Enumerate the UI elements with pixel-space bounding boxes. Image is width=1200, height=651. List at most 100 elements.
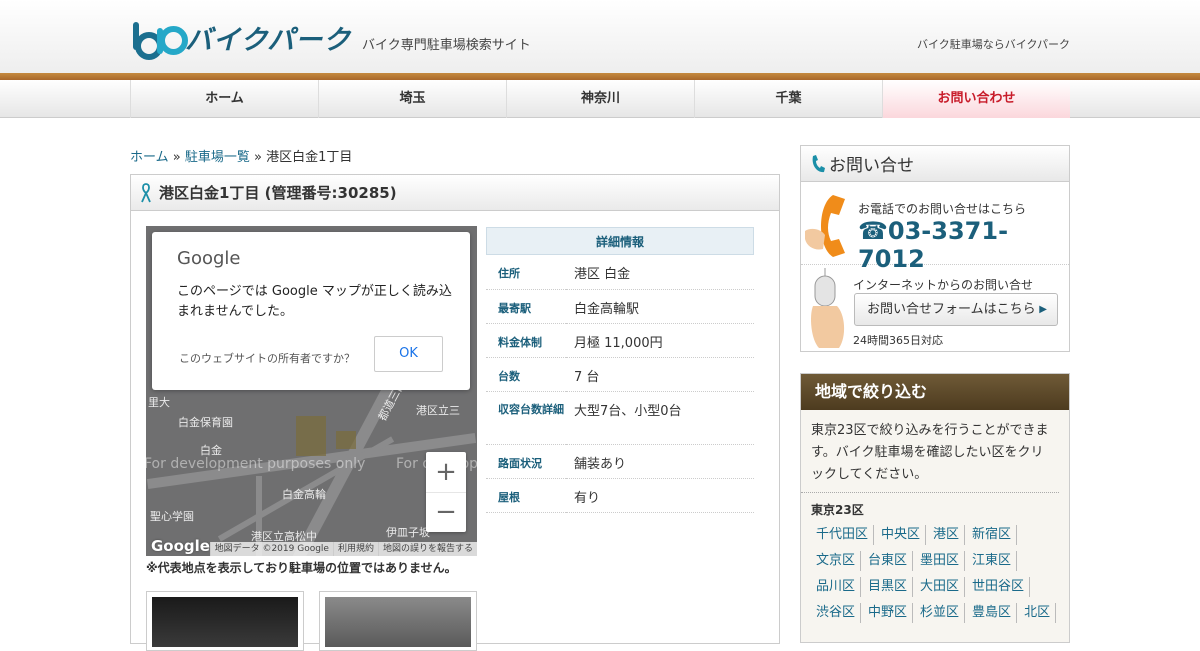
contact-form-button[interactable]: お問い合せフォームはこちら ▶	[854, 293, 1058, 326]
map-footer: 地図データ ©2019 Google 利用規約 地図の誤りを報告する	[146, 542, 477, 556]
map-label: 白金保育園	[178, 416, 233, 429]
ward-link[interactable]: 千代田区	[813, 525, 875, 545]
breadcrumb-separator: »	[172, 150, 181, 165]
breadcrumb: ホーム » 駐車場一覧 » 港区白金1丁目	[130, 146, 352, 165]
details-row: 路面状況 舗装あり	[486, 444, 754, 479]
map-terms-link[interactable]: 利用規約	[332, 542, 378, 556]
ward-link[interactable]: 台東区	[865, 551, 914, 571]
page-title: 港区白金1丁目 (管理番号:30285)	[159, 184, 397, 202]
ward-link[interactable]: 豊島区	[969, 603, 1018, 623]
details-value: 白金高輪駅	[566, 289, 754, 324]
map-building	[336, 431, 356, 449]
region-filter-description: 東京23区で絞り込みを行うことができます。バイク駐車場を確認したい区をクリックし…	[801, 410, 1059, 493]
google-map[interactable]: 里大 白金保育園 港区立三 白金 都道三田線 白金高輪 聖心学園 港区立高松中 …	[146, 226, 477, 556]
nav-item-kanagawa[interactable]: 神奈川	[506, 80, 694, 118]
internet-contact: インターネットからのお問い合せ お問い合せフォームはこちら ▶ 24時間365日…	[801, 266, 1069, 352]
region-filter-title: 地域で絞り込む	[801, 374, 1069, 410]
site-logo[interactable]: バイクパーク	[133, 20, 352, 60]
parking-photo	[152, 597, 298, 647]
details-heading: 詳細情報	[486, 227, 754, 255]
ward-link[interactable]: 墨田区	[917, 551, 966, 571]
arrow-right-icon: ▶	[1039, 304, 1047, 315]
map-dialog-owner-link[interactable]: このウェブサイトの所有者ですか？	[179, 350, 355, 366]
details-key: 台数	[486, 357, 566, 392]
nav-item-saitama[interactable]: 埼玉	[318, 80, 506, 118]
breadcrumb-current: 港区白金1丁目	[266, 150, 353, 165]
ward-link[interactable]: 中央区	[878, 525, 927, 545]
details-key: 屋根	[486, 478, 566, 513]
logo-text: バイクパーク	[185, 24, 352, 56]
nav-item-chiba[interactable]: 千葉	[694, 80, 882, 118]
parking-photo-thumb[interactable]	[319, 591, 477, 651]
ward-link[interactable]: 文京区	[813, 551, 862, 571]
site-tagline: バイク専門駐車場検索サイト	[362, 38, 531, 53]
nav-item-home[interactable]: ホーム	[130, 80, 318, 118]
nav-item-contact[interactable]: お問い合わせ	[882, 80, 1070, 118]
map-dialog-message: このページでは Google マップが正しく読み込まれませんでした。	[177, 284, 452, 319]
ward-link[interactable]: 大田区	[917, 577, 966, 597]
ward-link[interactable]: 江東区	[969, 551, 1018, 571]
details-row: 収容台数詳細 大型7台、小型0台	[486, 391, 754, 445]
region-filter-box: 地域で絞り込む 東京23区で絞り込みを行うことができます。バイク駐車場を確認した…	[800, 373, 1070, 643]
map-error-dialog: Google このページでは Google マップが正しく読み込まれませんでした…	[152, 232, 470, 390]
phone-label: お電話でのお問い合せはこちら	[858, 202, 1027, 216]
global-nav: ホーム 埼玉 神奈川 千葉 お問い合わせ	[0, 80, 1200, 118]
map-dialog-ok-button[interactable]: OK	[374, 336, 443, 372]
ward-list: 千代田区 中央区 港区 新宿区 文京区 台東区 墨田区 江東区 品川区 目黒区 …	[801, 520, 1069, 626]
details-key: 住所	[486, 255, 566, 290]
phone-receiver-icon	[805, 195, 845, 257]
map-label: 白金高輪	[282, 488, 326, 501]
map-data-credit: 地図データ ©2019 Google	[209, 542, 333, 556]
net-contact-label: インターネットからのお問い合せ	[853, 278, 1034, 292]
details-key: 路面状況	[486, 444, 566, 479]
title-bar: 港区白金1丁目 (管理番号:30285)	[131, 175, 779, 211]
details-value: 月極 11,000円	[566, 323, 754, 358]
parking-photo	[325, 597, 471, 647]
map-pin-icon	[141, 182, 151, 202]
ward-link[interactable]: 品川区	[813, 577, 862, 597]
map-report-link[interactable]: 地図の誤りを報告する	[377, 542, 477, 556]
logo-mark	[133, 22, 188, 60]
phone-contact: お電話でのお問い合せはこちら ☎03-3371-7012	[801, 183, 1069, 273]
ward-link[interactable]: 中野区	[865, 603, 914, 623]
details-value: 有り	[566, 478, 754, 513]
ward-link[interactable]: 港区	[930, 525, 966, 545]
breadcrumb-list[interactable]: 駐車場一覧	[185, 150, 250, 165]
map-zoom-control: + −	[426, 452, 466, 532]
logo-b-icon	[133, 22, 163, 60]
telephone-icon: ☎	[858, 217, 888, 245]
zoom-out-button[interactable]: −	[426, 492, 466, 532]
details-key: 収容台数詳細	[486, 391, 566, 445]
ward-link[interactable]: 世田谷区	[969, 577, 1031, 597]
details-value: 港区 白金	[566, 255, 754, 290]
details-table: 住所 港区 白金 最寄駅 白金高輪駅 料金体制 月極 11,000円 台数 7 …	[486, 255, 754, 513]
contact-form-label: お問い合せフォームはこちら	[867, 302, 1036, 317]
ward-link[interactable]: 北区	[1021, 603, 1057, 623]
phone-number[interactable]: ☎03-3371-7012	[858, 217, 1069, 273]
map-label: 聖心学園	[150, 510, 194, 523]
details-key: 料金体制	[486, 323, 566, 358]
contact-title: お問い合せ	[829, 156, 914, 176]
ward-link[interactable]: 新宿区	[969, 525, 1018, 545]
map-label: 伊皿子坂	[386, 526, 430, 539]
details-value: 大型7台、小型0台	[566, 391, 754, 445]
breadcrumb-home[interactable]: ホーム	[130, 150, 169, 165]
details-row: 料金体制 月極 11,000円	[486, 323, 754, 358]
details-row: 最寄駅 白金高輪駅	[486, 289, 754, 324]
map-dialog-brand: Google	[177, 248, 241, 269]
map-building	[296, 416, 326, 456]
mouse-hand-icon	[811, 268, 845, 348]
phone-handset-icon	[812, 154, 825, 172]
map-dev-watermark: For development purposes only	[146, 456, 366, 472]
map-note: ※代表地点を表示しており駐車場の位置ではありません。	[146, 561, 457, 575]
zoom-in-button[interactable]: +	[426, 452, 466, 492]
sidebar-contact-box: お問い合せ お電話でのお問い合せはこちら ☎03-3371-7012 インターネ…	[800, 145, 1070, 352]
ward-link[interactable]: 目黒区	[865, 577, 914, 597]
breadcrumb-separator: »	[254, 150, 262, 165]
site-header: バイクパーク バイク専門駐車場検索サイト バイク駐車場ならバイクパーク	[0, 0, 1200, 73]
details-panel: 詳細情報 住所 港区 白金 最寄駅 白金高輪駅 料金体制 月極 11,000円 …	[486, 227, 754, 513]
details-value: 7 台	[566, 357, 754, 392]
ward-link[interactable]: 杉並区	[917, 603, 966, 623]
ward-link[interactable]: 渋谷区	[813, 603, 862, 623]
parking-photo-thumb[interactable]	[146, 591, 304, 651]
